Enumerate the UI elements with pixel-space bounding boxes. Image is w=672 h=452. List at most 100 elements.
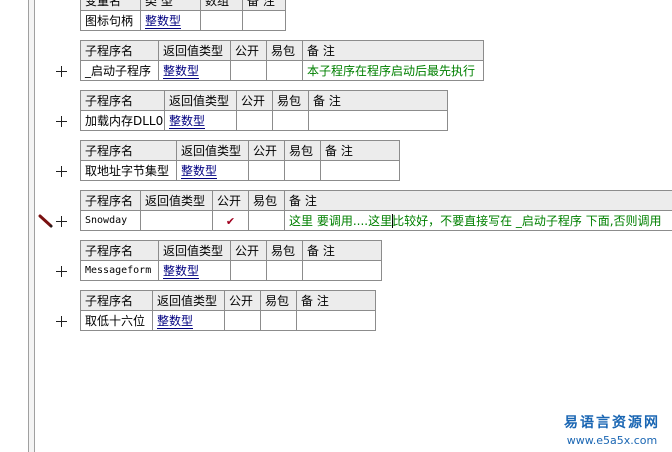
subroutine-name-cell[interactable]: 取地址字节集型 (80, 160, 177, 181)
header-cell: 易包 (284, 140, 321, 161)
watermark-url: www.e5a5x.com (566, 434, 658, 447)
return-type-cell[interactable]: 整数型 (164, 110, 237, 131)
header-cell: 子程序名 (80, 190, 141, 211)
subroutine-table-low-word: 子程序名 返回值类型 公开 易包 备 注 取低十六位 整数型 (80, 290, 376, 331)
header-cell: 返回值类型 (158, 240, 231, 261)
header-cell: 公开 (212, 190, 249, 211)
header-cell: 子程序名 (80, 140, 177, 161)
subroutine-name-cell[interactable]: _启动子程序 (80, 60, 159, 81)
return-type-cell[interactable]: 整数型 (152, 310, 225, 331)
note-cell[interactable]: 本子程序在程序启动后最先执行 (302, 60, 484, 81)
watermark: 易语言资源网 www.e5a5x.com (552, 412, 672, 447)
return-type-cell[interactable]: 整数型 (176, 160, 249, 181)
gutter-border (34, 0, 35, 452)
expand-plus-icon[interactable] (56, 266, 68, 278)
easy-pkg-cell[interactable] (272, 110, 309, 131)
checkmark-icon: ✔ (225, 214, 236, 228)
expand-plus-icon[interactable] (56, 166, 68, 178)
table-header-row: 子程序名 返回值类型 公开 易包 备 注 (80, 290, 376, 311)
note-cell[interactable] (302, 260, 382, 281)
subroutine-name-cell[interactable]: Messageform (80, 260, 159, 281)
subroutine-name-cell[interactable]: 取低十六位 (80, 310, 153, 331)
note-cell[interactable] (308, 110, 448, 131)
table-row: 加载内存DLL0 整数型 (80, 110, 448, 131)
subroutine-table-snowday: 子程序名 返回值类型 公开 易包 备 注 Snowday ✔ 这里 要调用...… (80, 190, 672, 231)
table-row: 取地址字节集型 整数型 (80, 160, 400, 181)
table-row: 取低十六位 整数型 (80, 310, 376, 331)
header-cell: 备 注 (284, 190, 672, 211)
table-header-row: 变量名 类 型 数组 备 注 (80, 0, 286, 11)
public-cell[interactable] (224, 310, 261, 331)
return-type-cell[interactable] (140, 210, 213, 231)
header-cell: 备 注 (296, 290, 376, 311)
subroutine-table-load-dll: 子程序名 返回值类型 公开 易包 备 注 加载内存DLL0 整数型 (80, 90, 448, 131)
gutter-border (28, 0, 29, 452)
header-cell: 返回值类型 (140, 190, 213, 211)
header-cell: 公开 (236, 90, 273, 111)
subroutine-table-get-address: 子程序名 返回值类型 公开 易包 备 注 取地址字节集型 整数型 (80, 140, 400, 181)
table-header-row: 子程序名 返回值类型 公开 易包 备 注 (80, 140, 400, 161)
note-cell[interactable] (296, 310, 376, 331)
table-header-row: 子程序名 返回值类型 公开 易包 备 注 (80, 40, 484, 61)
var-note-cell[interactable] (242, 10, 286, 31)
header-cell: 公开 (224, 290, 261, 311)
expand-plus-icon[interactable] (56, 316, 68, 328)
public-cell[interactable] (230, 60, 267, 81)
variable-table: 变量名 类 型 数组 备 注 图标句柄 整数型 (80, 0, 286, 31)
easy-pkg-cell[interactable] (284, 160, 321, 181)
expand-plus-icon[interactable] (56, 116, 68, 128)
header-cell: 子程序名 (80, 90, 165, 111)
easy-pkg-cell[interactable] (266, 60, 303, 81)
table-row: _启动子程序 整数型 本子程序在程序启动后最先执行 (80, 60, 484, 81)
subroutine-table-startup: 子程序名 返回值类型 公开 易包 备 注 _启动子程序 整数型 本子程序在程序启… (80, 40, 484, 81)
pencil-marker-icon (38, 213, 54, 229)
table-row: Snowday ✔ 这里 要调用....这里比较好，不要直接写在 _启动子程序 … (80, 210, 672, 231)
header-cell: 易包 (248, 190, 285, 211)
header-cell: 返回值类型 (152, 290, 225, 311)
header-cell: 易包 (266, 240, 303, 261)
note-cell[interactable] (320, 160, 400, 181)
return-type-cell[interactable]: 整数型 (158, 260, 231, 281)
public-cell[interactable]: ✔ (212, 210, 249, 231)
header-cell: 返回值类型 (158, 40, 231, 61)
easy-pkg-cell[interactable] (266, 260, 303, 281)
public-cell[interactable] (236, 110, 273, 131)
public-cell[interactable] (248, 160, 285, 181)
easy-pkg-cell[interactable] (260, 310, 297, 331)
table-header-row: 子程序名 返回值类型 公开 易包 备 注 (80, 90, 448, 111)
header-cell: 易包 (266, 40, 303, 61)
table-header-row: 子程序名 返回值类型 公开 易包 备 注 (80, 190, 672, 211)
subroutine-name-cell[interactable]: Snowday (80, 210, 141, 231)
header-cell: 备 注 (320, 140, 400, 161)
table-row: 图标句柄 整数型 (80, 10, 286, 31)
var-type-cell[interactable]: 整数型 (140, 10, 201, 31)
subroutine-table-messageform: 子程序名 返回值类型 公开 易包 备 注 Messageform 整数型 (80, 240, 382, 281)
var-name-cell[interactable]: 图标句柄 (80, 10, 141, 31)
header-cell: 变量名 (80, 0, 141, 11)
header-cell: 公开 (230, 40, 267, 61)
header-cell: 子程序名 (80, 240, 159, 261)
table-row: Messageform 整数型 (80, 260, 382, 281)
subroutine-name-cell[interactable]: 加载内存DLL0 (80, 110, 165, 131)
var-array-cell[interactable] (200, 10, 243, 31)
header-cell: 数组 (200, 0, 243, 11)
return-type-cell[interactable]: 整数型 (158, 60, 231, 81)
public-cell[interactable] (230, 260, 267, 281)
watermark-title: 易语言资源网 (564, 415, 660, 431)
text-caret (392, 214, 393, 228)
header-cell: 备 注 (308, 90, 448, 111)
header-cell: 公开 (230, 240, 267, 261)
easy-pkg-cell[interactable] (248, 210, 285, 231)
header-cell: 易包 (272, 90, 309, 111)
header-cell: 返回值类型 (176, 140, 249, 161)
expand-plus-icon[interactable] (56, 216, 68, 228)
note-cell[interactable]: 这里 要调用....这里比较好，不要直接写在 _启动子程序 下面,否则调用 (284, 210, 672, 231)
header-cell: 返回值类型 (164, 90, 237, 111)
header-cell: 类 型 (140, 0, 201, 11)
header-cell: 备 注 (242, 0, 286, 11)
table-header-row: 子程序名 返回值类型 公开 易包 备 注 (80, 240, 382, 261)
header-cell: 公开 (248, 140, 285, 161)
expand-plus-icon[interactable] (56, 66, 68, 78)
header-cell: 子程序名 (80, 40, 159, 61)
header-cell: 易包 (260, 290, 297, 311)
